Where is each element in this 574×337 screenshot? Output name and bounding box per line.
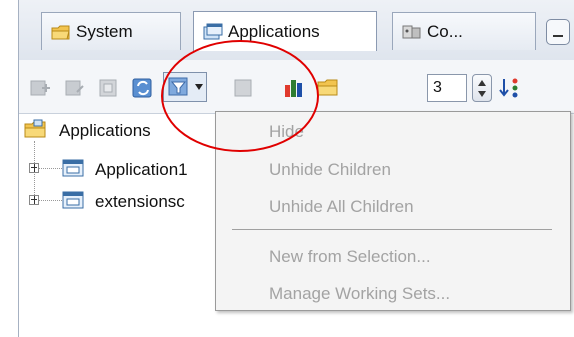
minimize-icon bbox=[553, 35, 563, 37]
tab-system-label: System bbox=[76, 21, 133, 41]
menu-item-new-from-selection[interactable]: New from Selection... bbox=[269, 247, 431, 267]
menu-separator bbox=[232, 229, 552, 230]
tab-applications-label: Applications bbox=[228, 21, 320, 41]
menu-item-unhide-all-children[interactable]: Unhide All Children bbox=[269, 197, 414, 217]
tab-co[interactable]: Co... bbox=[392, 12, 536, 50]
applications-folder-icon bbox=[24, 119, 46, 138]
tab-system[interactable]: System bbox=[41, 12, 181, 50]
tab-co-label: Co... bbox=[427, 21, 463, 41]
tree-item-label[interactable]: Application1 bbox=[95, 160, 188, 180]
folder-icon bbox=[51, 25, 70, 39]
chevron-down-icon bbox=[478, 91, 486, 97]
chevron-up-icon bbox=[478, 80, 486, 86]
applications-icon bbox=[203, 23, 223, 39]
minimize-button[interactable] bbox=[546, 19, 570, 45]
disabled-action-icon[interactable] bbox=[28, 76, 52, 100]
folder-icon[interactable] bbox=[316, 76, 340, 100]
tree-root-label[interactable]: Applications bbox=[59, 121, 151, 141]
menu-item-manage-working-sets[interactable]: Manage Working Sets... bbox=[269, 284, 450, 304]
refresh-icon[interactable] bbox=[131, 76, 155, 100]
annotation-circle bbox=[161, 40, 319, 152]
disabled-action-icon[interactable] bbox=[97, 76, 121, 100]
expand-icon[interactable] bbox=[29, 195, 39, 205]
connections-icon bbox=[402, 25, 421, 38]
application-icon bbox=[62, 159, 84, 177]
sort-icon[interactable] bbox=[498, 76, 522, 100]
disabled-action-icon[interactable] bbox=[63, 76, 87, 100]
menu-item-unhide-children[interactable]: Unhide Children bbox=[269, 160, 391, 180]
working-set-spinner-field[interactable]: 3 bbox=[427, 74, 467, 102]
tab-strip: System Applications Co... bbox=[19, 0, 574, 61]
tree-item-label[interactable]: extensionsc bbox=[95, 192, 185, 212]
spinner-buttons[interactable] bbox=[472, 74, 492, 102]
expand-icon[interactable] bbox=[29, 163, 39, 173]
application-icon bbox=[62, 191, 84, 209]
